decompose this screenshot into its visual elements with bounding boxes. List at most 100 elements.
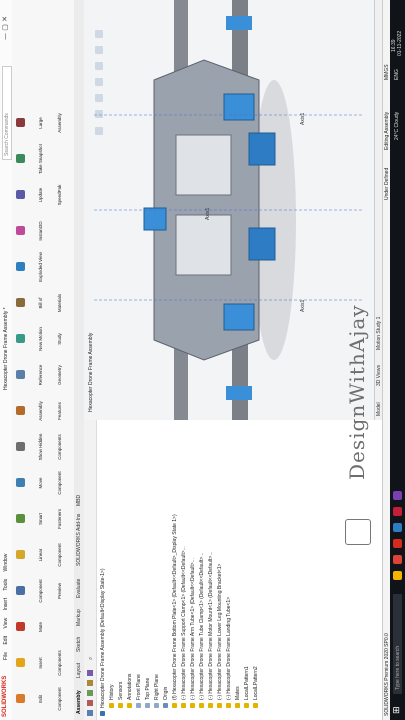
tree-item[interactable]: LocalLPattern2 xyxy=(253,666,261,708)
ribbon-button[interactable]: Mate xyxy=(16,612,46,642)
dimxpert-tab-icon[interactable] xyxy=(87,680,93,686)
component-icon xyxy=(226,703,232,708)
tree-item[interactable]: (-) Hexacopter Drone Frame Landing Tube<… xyxy=(226,597,234,708)
tree-item[interactable]: Top Plane xyxy=(145,678,153,708)
ribbon-button[interactable]: Smart Fasteners xyxy=(16,504,65,534)
frame-cutout-right xyxy=(175,134,232,196)
tree-item[interactable]: Origin xyxy=(163,687,171,708)
graphics-viewport[interactable]: Hexacopter Drone Frame Assembly Axis1 Ax… xyxy=(84,0,374,420)
plane-icon xyxy=(145,703,151,708)
chrome-icon[interactable] xyxy=(393,555,402,564)
command-manager-ribbon: Edit Component Insert Components Mate Compo… xyxy=(12,0,81,720)
ribbon-button[interactable]: Reference Geometry xyxy=(16,360,65,390)
taskbar-search-input[interactable]: Type here to search xyxy=(393,594,402,694)
ribbon-button-label: Smart Fasteners xyxy=(38,509,62,530)
tree-item[interactable]: (-) Hexacopter Drone Frame Lower Leg Mou… xyxy=(217,564,225,708)
ribbon-button[interactable]: Exploded View xyxy=(16,252,46,282)
ribbon-button-label: Edit Component xyxy=(38,687,62,711)
tree-item[interactable]: LocalLPattern1 xyxy=(244,666,252,708)
tree-item[interactable]: Right Plane xyxy=(154,674,162,708)
ribbon-button[interactable]: Move Component xyxy=(16,468,65,498)
axis-label: Axis1 xyxy=(205,208,211,220)
tree-item[interactable]: (-) Hexacopter Drone Frame Tube Clamp<1>… xyxy=(199,553,207,708)
taskbar-search-placeholder: Type here to search xyxy=(395,645,401,690)
component-icon xyxy=(118,703,124,708)
ribbon-button[interactable]: Show Hidden Components xyxy=(16,432,65,462)
tree-item[interactable]: Sensors xyxy=(118,682,126,708)
menu-view[interactable]: View xyxy=(3,618,9,629)
ribbon-button[interactable]: Take Snapshot xyxy=(16,144,46,174)
ribbon-button-label: Exploded View xyxy=(38,252,43,282)
tree-item[interactable]: (-) Hexacopter Drone Frame Support Clamp… xyxy=(181,546,189,708)
assembly-icon xyxy=(100,711,106,716)
tab-sketch[interactable]: Sketch xyxy=(76,637,82,652)
menu-file[interactable]: File xyxy=(3,652,9,660)
ribbon-button-label: Take Snapshot xyxy=(38,144,43,174)
app-icon[interactable] xyxy=(393,523,402,532)
support-clamp xyxy=(248,227,276,261)
ribbon-button-icon xyxy=(16,514,25,524)
ribbon-button-icon xyxy=(16,298,25,308)
filter-icon[interactable]: ⌕ xyxy=(87,657,95,660)
motor-mount xyxy=(143,207,167,231)
frame-cutout-left xyxy=(175,214,232,276)
app-icon[interactable] xyxy=(393,491,402,500)
menu-insert[interactable]: Insert xyxy=(3,598,9,611)
tree-item-label: Hexacopter Drone Frame Assembly (Default… xyxy=(100,568,106,708)
tab-addins[interactable]: SOLIDWORKS Add-Ins xyxy=(76,514,82,566)
ribbon-button[interactable]: Assembly Features xyxy=(16,396,65,426)
tree-item[interactable]: Annotations xyxy=(127,674,135,708)
tree-item[interactable]: Mates xyxy=(235,686,243,708)
tree-item-label: (-) Hexacopter Drone Frame Tube Clamp<1>… xyxy=(199,552,205,700)
file-explorer-icon[interactable] xyxy=(393,571,402,580)
language-indicator[interactable]: ENG xyxy=(394,69,400,80)
tree-root-assembly[interactable]: Hexacopter Drone Frame Assembly (Default… xyxy=(100,568,108,716)
ribbon-button-icon xyxy=(16,478,25,488)
ribbon-button-label: Show Hidden Components xyxy=(38,433,62,461)
windows-start-icon[interactable]: ⊞ xyxy=(392,706,402,714)
propertymanager-tab-icon[interactable] xyxy=(87,700,93,706)
tree-item-label: Front Plane xyxy=(136,674,142,700)
acrobat-icon[interactable] xyxy=(393,507,402,516)
window-controls[interactable]: — ▢ ✕ xyxy=(1,16,9,40)
ribbon-button[interactable]: Edit Component xyxy=(16,684,65,714)
tree-item-label: History xyxy=(109,684,115,700)
tab-evaluate[interactable]: Evaluate xyxy=(76,579,82,598)
ribbon-button-icon xyxy=(16,406,25,416)
tree-item[interactable]: Front Plane xyxy=(136,674,144,708)
featuremanager-tab-icon[interactable] xyxy=(87,710,93,716)
search-commands-input[interactable]: Search Commands xyxy=(2,66,12,160)
tree-item[interactable]: (-) Hexacopter Drone Frame Arm Tube<1> (… xyxy=(190,558,198,708)
menu-window[interactable]: Window xyxy=(3,554,9,572)
menu-edit[interactable]: Edit xyxy=(3,636,9,645)
ribbon-button[interactable]: Bill of Materials xyxy=(16,288,65,318)
tree-item[interactable]: History xyxy=(109,684,117,708)
windows-taskbar: ⊞ Type here to search 24°C Cloudy ENG 16… xyxy=(390,0,405,720)
ribbon-button-label: Bill of Materials xyxy=(38,293,62,313)
tab-layout[interactable]: Layout xyxy=(76,663,82,678)
tree-item-label: Right Plane xyxy=(154,674,160,700)
ribbon-button[interactable]: Insert Components xyxy=(16,648,65,678)
tree-item[interactable]: (f) Hexacopter Drone Frame Bottom Plate<… xyxy=(172,514,180,708)
assembly-model[interactable]: Axis1 Axis1 Axis1 xyxy=(84,0,374,420)
tab-markup[interactable]: Markup xyxy=(76,609,82,626)
component-icon xyxy=(109,703,115,708)
ribbon-button-icon xyxy=(16,586,25,596)
ribbon-button-icon xyxy=(16,370,25,380)
ribbon-button-label: Assembly Features xyxy=(38,401,62,421)
component-icon xyxy=(172,703,178,708)
ribbon-button-icon xyxy=(16,262,25,272)
tree-item[interactable]: (-) Hexacopter Drone Frame Motor Mount<1… xyxy=(208,551,216,708)
component-icon xyxy=(244,703,250,708)
ribbon-button[interactable]: Instant3D xyxy=(16,216,46,246)
clock-date[interactable]: 01-11-2022 xyxy=(397,31,403,56)
configmanager-tab-icon[interactable] xyxy=(87,690,93,696)
weather-text[interactable]: 24°C Cloudy xyxy=(394,112,400,140)
ribbon-button-icon xyxy=(16,550,25,560)
ribbon-button[interactable]: New Motion Study xyxy=(16,324,65,354)
tab-assembly[interactable]: Assembly xyxy=(76,690,82,714)
display-manager-tab-icon[interactable] xyxy=(87,670,93,676)
solidworks-taskbar-icon[interactable] xyxy=(393,539,402,548)
tab-mbd[interactable]: MBD xyxy=(76,495,82,506)
menu-tools[interactable]: Tools xyxy=(3,579,9,591)
